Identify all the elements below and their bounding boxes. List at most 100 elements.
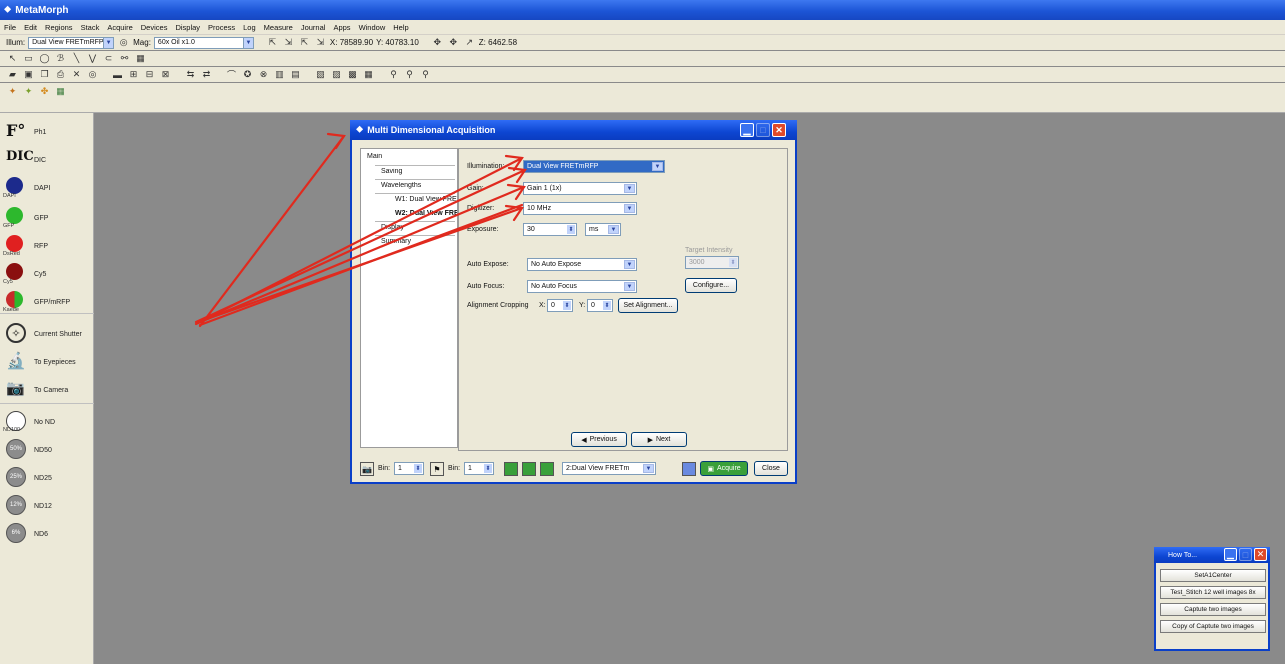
- acquire-button[interactable]: ▣ Acquire: [700, 461, 748, 476]
- menu-file[interactable]: File: [4, 23, 16, 32]
- stage-move-icon[interactable]: ⇱: [298, 37, 311, 49]
- menu-stack[interactable]: Stack: [81, 23, 100, 32]
- alignment-x-input[interactable]: 0 ⬍: [547, 299, 573, 312]
- stage-icon[interactable]: ⚑: [430, 462, 444, 476]
- palette-item-rfp[interactable]: DsRed RFP: [0, 233, 94, 259]
- journal-icon[interactable]: ✦: [22, 85, 35, 97]
- menu-regions[interactable]: Regions: [45, 23, 73, 32]
- auto-focus-select[interactable]: No Auto Focus ▼: [527, 280, 637, 293]
- illumination-select[interactable]: Dual View FRETmRFP ▼: [523, 160, 665, 173]
- camera-icon[interactable]: 📷: [360, 462, 374, 476]
- palette-item-current-shutter[interactable]: ✧ Current Shutter: [0, 321, 94, 347]
- polyline-tool-icon[interactable]: ⋁: [86, 53, 99, 65]
- spinner-icon[interactable]: ⬍: [603, 301, 611, 310]
- nav-wavelengths[interactable]: Wavelengths: [381, 182, 421, 189]
- howto-item[interactable]: Test_Stitch 12 well images 8x: [1160, 586, 1266, 599]
- stage-move-icon[interactable]: ⇲: [282, 37, 295, 49]
- minimize-icon[interactable]: ▁: [1224, 548, 1237, 561]
- measure-icon[interactable]: ✪: [241, 69, 254, 81]
- acquire-icon[interactable]: ▬: [111, 69, 124, 81]
- mag-select[interactable]: 60x Oil x1.0 ▼: [153, 36, 254, 49]
- palette-item-cy5[interactable]: Cy5 Cy5: [0, 261, 94, 287]
- menu-log[interactable]: Log: [243, 23, 256, 32]
- exposure-input[interactable]: 30 ⬍: [523, 223, 577, 236]
- menu-display[interactable]: Display: [175, 23, 200, 32]
- previous-button[interactable]: ◀ Previous: [571, 432, 627, 447]
- spinner-icon[interactable]: ⬍: [484, 464, 492, 473]
- overlay-icon[interactable]: ▩: [346, 69, 359, 81]
- palette-item-to-camera[interactable]: 📷 To Camera: [0, 377, 94, 403]
- focus-icon[interactable]: [540, 462, 554, 476]
- bin-input-2[interactable]: 1 ⬍: [464, 462, 494, 475]
- palette-item-nd25[interactable]: 25% ND25: [0, 465, 94, 491]
- palette-item-dic[interactable]: DIC DIC: [0, 147, 94, 173]
- filter-icon[interactable]: ⚲: [419, 69, 432, 81]
- freehand-tool-icon[interactable]: ℬ: [54, 53, 67, 65]
- focus-icon[interactable]: ✥: [431, 37, 444, 49]
- menu-process[interactable]: Process: [208, 23, 235, 32]
- pointer-icon[interactable]: ↖: [6, 53, 19, 65]
- palette-item-ph1[interactable]: F° Ph1: [0, 119, 94, 145]
- menu-devices[interactable]: Devices: [141, 23, 168, 32]
- auto-expose-select[interactable]: No Auto Expose ▼: [527, 258, 637, 271]
- stage-move-icon[interactable]: ⇲: [314, 37, 327, 49]
- timelapse-icon[interactable]: ⊟: [143, 69, 156, 81]
- save-icon[interactable]: ▣: [22, 69, 35, 81]
- spinner-icon[interactable]: ⬍: [567, 225, 575, 234]
- configure-button[interactable]: Configure...: [685, 278, 737, 293]
- log-icon[interactable]: ▤: [289, 69, 302, 81]
- duplicate-icon[interactable]: ❐: [38, 69, 51, 81]
- howto-item[interactable]: SetA1Center: [1160, 569, 1266, 582]
- stage-move-icon[interactable]: ⇱: [266, 37, 279, 49]
- lookup-icon[interactable]: ⌒: [225, 69, 238, 81]
- overlay-icon[interactable]: ▧: [314, 69, 327, 81]
- exposure-unit-select[interactable]: ms ▼: [585, 223, 621, 236]
- alignment-y-input[interactable]: 0 ⬍: [587, 299, 613, 312]
- menu-journal[interactable]: Journal: [301, 23, 326, 32]
- print-icon[interactable]: ⎙: [54, 69, 67, 81]
- region-auto-icon[interactable]: ⚯: [118, 53, 131, 65]
- palette-icon[interactable]: [682, 462, 696, 476]
- journal-icon[interactable]: ▦: [54, 85, 67, 97]
- palette-item-gfp-mrfp[interactable]: Kaede GFP/mRFP: [0, 289, 94, 315]
- palette-item-nd12[interactable]: 12% ND12: [0, 493, 94, 519]
- menu-window[interactable]: Window: [359, 23, 386, 32]
- menu-acquire[interactable]: Acquire: [107, 23, 132, 32]
- line-tool-icon[interactable]: ╲: [70, 53, 83, 65]
- palette-item-nd50[interactable]: 50% ND50: [0, 437, 94, 463]
- arrange-icon[interactable]: ⇆: [184, 69, 197, 81]
- gain-select[interactable]: Gain 1 (1x) ▼: [523, 182, 637, 195]
- menu-measure[interactable]: Measure: [264, 23, 293, 32]
- illum-select[interactable]: Dual View FRETmRFP ▼: [28, 36, 115, 49]
- nav-main[interactable]: Main: [367, 153, 382, 160]
- nav-saving[interactable]: Saving: [381, 168, 402, 175]
- arrange-icon[interactable]: ⇄: [200, 69, 213, 81]
- nav-display[interactable]: Display: [381, 224, 404, 231]
- multiwavelength-icon[interactable]: ⊠: [159, 69, 172, 81]
- palette-item-nd6[interactable]: 6% ND6: [0, 521, 94, 547]
- ellipse-tool-icon[interactable]: ◯: [38, 53, 51, 65]
- howto-item[interactable]: Captute two images: [1160, 603, 1266, 616]
- menu-apps[interactable]: Apps: [333, 23, 350, 32]
- journal-icon[interactable]: ✤: [38, 85, 51, 97]
- minimize-icon[interactable]: ▁: [740, 123, 754, 137]
- close-icon[interactable]: ✕: [772, 123, 786, 137]
- nav-w1[interactable]: W1: Dual View FRETmRFP: [395, 196, 457, 203]
- palette-item-dapi[interactable]: DAPI DAPI: [0, 175, 94, 201]
- journal-icon[interactable]: ✦: [6, 85, 19, 97]
- binoculars-icon[interactable]: ⊗: [257, 69, 270, 81]
- rectangle-tool-icon[interactable]: ▭: [22, 53, 35, 65]
- target-icon[interactable]: ◎: [117, 37, 130, 49]
- filter-icon[interactable]: ⚲: [403, 69, 416, 81]
- target-icon[interactable]: ◎: [86, 69, 99, 81]
- next-button[interactable]: ▶ Next: [631, 432, 687, 447]
- stream-icon[interactable]: ⊞: [127, 69, 140, 81]
- palette-item-to-eyepieces[interactable]: 🔬 To Eyepieces: [0, 349, 94, 375]
- set-alignment-button[interactable]: Set Alignment...: [618, 298, 678, 313]
- open-icon[interactable]: ▰: [6, 69, 19, 81]
- palette-item-no-nd[interactable]: ND100 No ND: [0, 409, 94, 435]
- overlay-icon[interactable]: ▨: [330, 69, 343, 81]
- nav-summary[interactable]: Summary: [381, 238, 411, 245]
- close-image-icon[interactable]: ✕: [70, 69, 83, 81]
- palette-item-gfp[interactable]: GFP GFP: [0, 205, 94, 231]
